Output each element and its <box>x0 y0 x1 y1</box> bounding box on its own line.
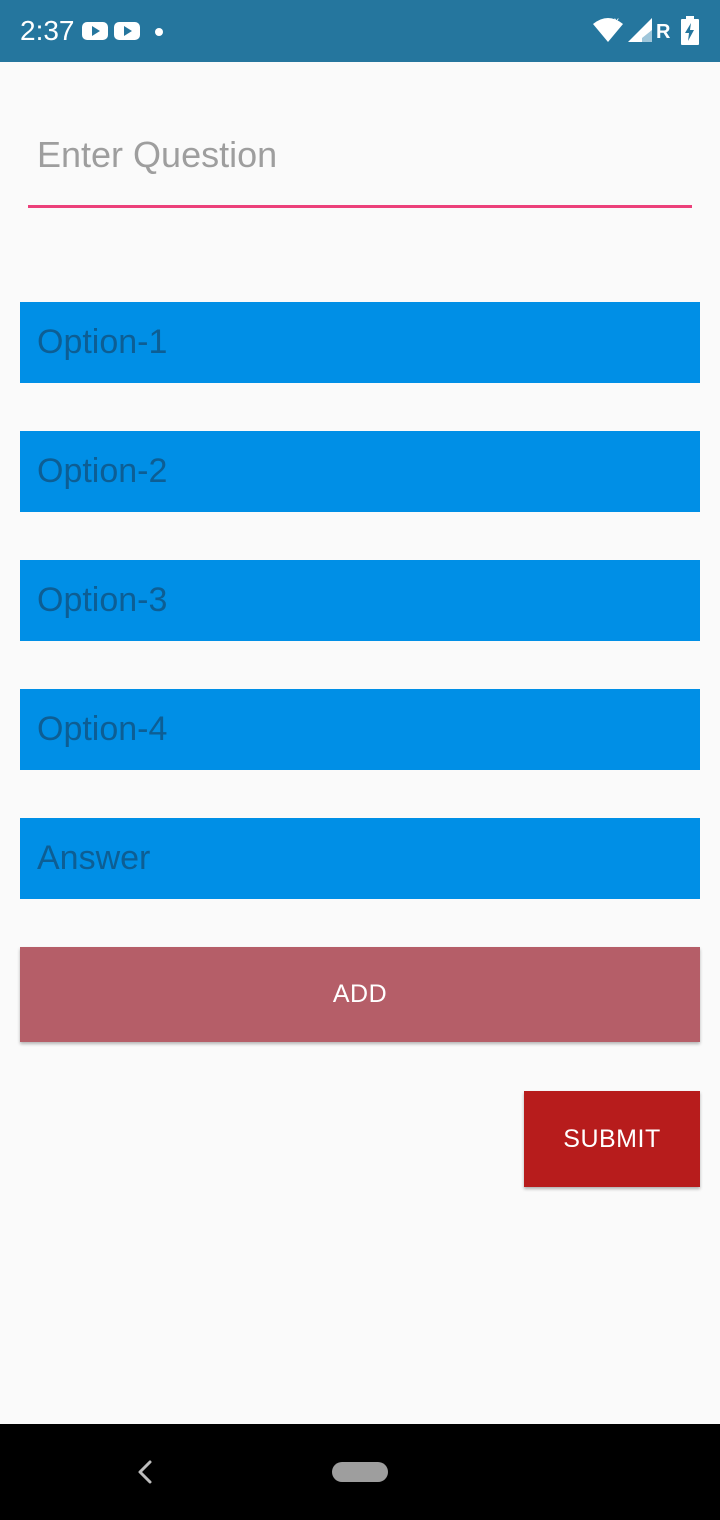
option-1-input[interactable] <box>20 302 700 383</box>
option-3-input[interactable] <box>20 560 700 641</box>
answer-input[interactable] <box>20 818 700 899</box>
back-icon[interactable] <box>130 1454 160 1490</box>
navigation-bar <box>0 1424 720 1520</box>
status-time: 2:37 <box>20 15 75 46</box>
notification-dot-icon <box>155 28 163 36</box>
status-icons: x R <box>570 0 720 62</box>
roaming-indicator: R <box>656 21 671 43</box>
svg-text:x: x <box>614 16 619 27</box>
add-button[interactable]: ADD <box>20 947 700 1042</box>
battery-charging-icon <box>681 16 699 45</box>
option-4-input[interactable] <box>20 689 700 770</box>
submit-button[interactable]: SUBMIT <box>524 1091 700 1187</box>
signal-icon <box>628 18 652 42</box>
youtube-icon <box>114 22 140 40</box>
question-input[interactable] <box>28 118 692 208</box>
status-bar: 2:37 x R <box>0 0 720 62</box>
youtube-icon <box>82 22 108 40</box>
home-pill-icon[interactable] <box>332 1462 388 1482</box>
wifi-icon: x <box>593 16 623 42</box>
option-2-input[interactable] <box>20 431 700 512</box>
